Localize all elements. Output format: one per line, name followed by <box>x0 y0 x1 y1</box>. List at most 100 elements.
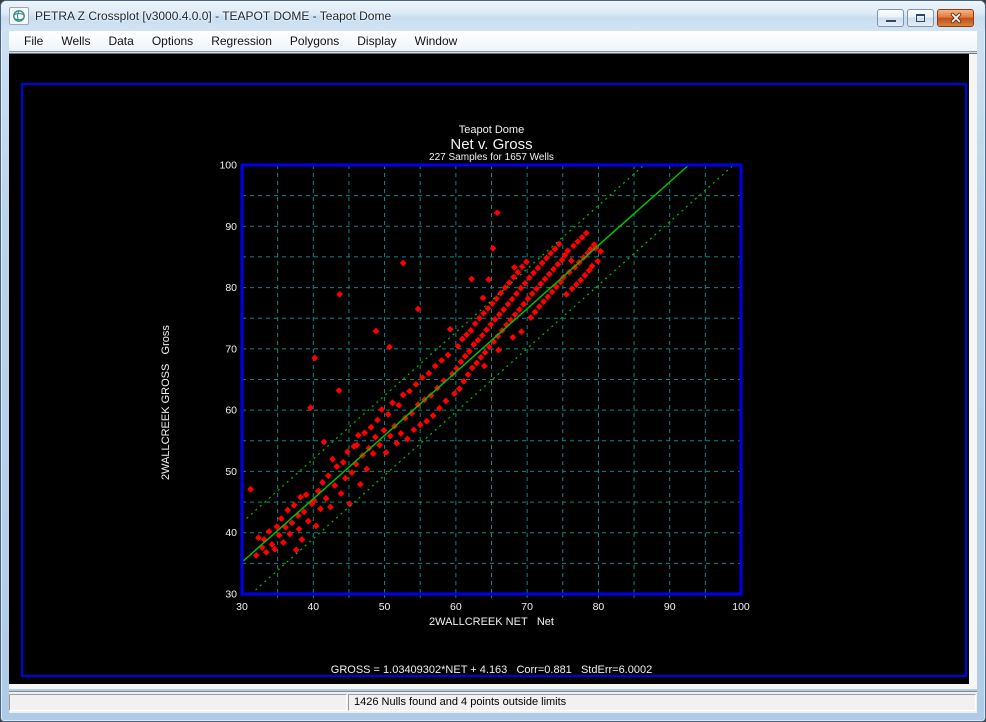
window-title: PETRA Z Crossplot [v3000.4.0.0] - TEAPOT… <box>35 9 391 23</box>
data-point <box>534 265 541 272</box>
data-point <box>581 272 588 279</box>
data-point <box>527 314 534 321</box>
x-tick-label: 70 <box>521 601 533 613</box>
data-point <box>519 263 526 270</box>
data-point <box>460 378 467 385</box>
data-point <box>336 291 343 298</box>
data-point <box>436 405 443 412</box>
data-point <box>536 303 543 310</box>
close-button[interactable] <box>937 9 974 27</box>
x-tick-label: 60 <box>450 601 462 613</box>
data-point <box>456 385 463 392</box>
data-point <box>537 280 544 287</box>
data-point <box>509 296 516 303</box>
data-point <box>333 463 340 470</box>
data-point <box>372 434 379 441</box>
data-point <box>323 495 330 502</box>
y-tick-label: 60 <box>225 405 237 417</box>
data-point <box>574 238 581 245</box>
x-tick-label: 80 <box>593 601 605 613</box>
data-point <box>311 355 318 362</box>
data-point <box>368 424 375 431</box>
data-point <box>331 482 338 489</box>
data-point <box>247 486 254 493</box>
chart-samples-note: 227 Samples for 1657 Wells <box>242 152 741 163</box>
app-icon <box>9 7 29 25</box>
minimize-icon <box>886 20 896 23</box>
chart-title: Teapot Dome <box>242 124 741 136</box>
data-point <box>568 257 575 264</box>
menu-item-options[interactable]: Options <box>143 32 202 50</box>
data-point <box>577 277 584 284</box>
title-bar[interactable]: PETRA Z Crossplot [v3000.4.0.0] - TEAPOT… <box>1 1 985 31</box>
data-point <box>509 334 516 341</box>
data-point <box>451 390 458 397</box>
menu-item-file[interactable]: File <box>15 32 52 50</box>
data-point <box>442 398 449 405</box>
data-point <box>530 269 537 276</box>
menu-item-window[interactable]: Window <box>406 32 467 50</box>
data-point <box>543 255 550 262</box>
menu-item-data[interactable]: Data <box>99 32 142 50</box>
data-point <box>468 276 475 283</box>
x-tick-label: 90 <box>664 601 676 613</box>
data-point <box>500 306 507 313</box>
crossplot-window: 3040506070809010030405060708090100 Teapo… <box>9 54 969 684</box>
data-point <box>286 531 293 538</box>
data-point <box>410 426 417 433</box>
app-window: PETRA Z Crossplot [v3000.4.0.0] - TEAPOT… <box>0 0 986 722</box>
data-point <box>291 502 298 509</box>
data-point <box>546 271 553 278</box>
data-point <box>563 291 570 298</box>
data-point <box>472 320 479 327</box>
data-point <box>477 354 484 361</box>
data-point <box>517 285 524 292</box>
data-point <box>336 387 343 394</box>
data-point <box>569 285 576 292</box>
close-icon <box>949 12 963 24</box>
data-point <box>380 427 387 434</box>
data-point <box>404 436 411 443</box>
data-point <box>329 456 336 463</box>
regression-equation: GROSS = 1.03409302*NET + 4.163 Corr=0.88… <box>242 664 741 676</box>
minimize-button[interactable] <box>877 9 904 27</box>
menu-item-regression[interactable]: Regression <box>202 32 281 50</box>
data-point <box>492 316 499 323</box>
data-point <box>325 472 332 479</box>
menu-item-polygons[interactable]: Polygons <box>281 32 348 50</box>
data-point <box>385 411 392 418</box>
data-point <box>374 417 381 424</box>
restore-icon <box>916 14 925 22</box>
data-point <box>293 546 300 553</box>
y-tick-label: 30 <box>225 589 237 601</box>
menu-item-display[interactable]: Display <box>348 32 405 50</box>
data-point <box>346 501 353 508</box>
data-point <box>319 479 326 486</box>
restore-button[interactable] <box>907 9 934 27</box>
data-point <box>370 450 377 457</box>
regression-band-upper <box>242 165 644 522</box>
data-point <box>489 300 496 307</box>
data-point <box>373 328 380 335</box>
y-tick-label: 90 <box>225 221 237 233</box>
data-point <box>482 349 489 356</box>
data-point <box>389 399 396 406</box>
data-point <box>594 258 601 265</box>
window-controls <box>877 9 974 27</box>
data-point <box>532 309 539 316</box>
data-point <box>355 432 362 439</box>
data-point <box>398 430 405 437</box>
data-point <box>305 518 312 525</box>
data-point <box>438 357 445 364</box>
data-point <box>425 370 432 377</box>
x-tick-label: 100 <box>732 601 750 613</box>
menu-item-wells[interactable]: Wells <box>52 32 99 50</box>
status-message: 1426 Nulls found and 4 points outside li… <box>349 695 975 710</box>
data-point <box>383 449 390 456</box>
y-tick-label: 80 <box>225 282 237 294</box>
chart-subtitle: Net v. Gross <box>242 136 741 153</box>
data-point <box>465 371 472 378</box>
data-point <box>253 552 260 559</box>
data-point <box>524 295 531 302</box>
data-point <box>342 475 349 482</box>
